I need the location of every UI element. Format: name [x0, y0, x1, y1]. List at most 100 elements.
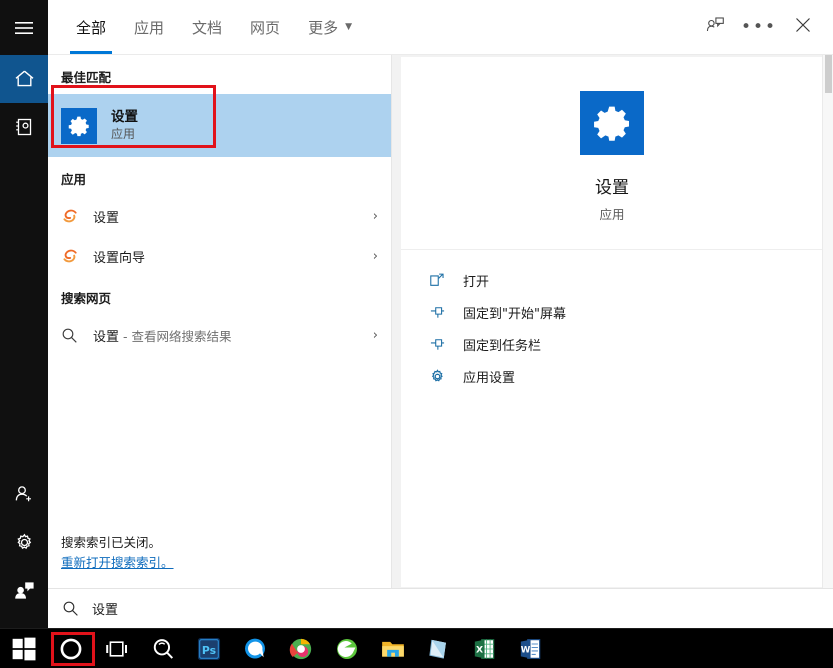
start-button[interactable]: [0, 629, 48, 668]
search-input[interactable]: [92, 601, 392, 616]
best-match-text: 设置 应用: [111, 109, 138, 143]
rail-item-account[interactable]: [0, 470, 48, 518]
home-icon: [14, 69, 35, 89]
rail-item-home[interactable]: [0, 55, 48, 103]
gear-icon: [429, 368, 451, 385]
best-match-heading: 最佳匹配: [61, 70, 112, 85]
file-explorer-button[interactable]: [370, 629, 416, 668]
search-index-status: 搜索索引已关闭。: [61, 534, 162, 550]
preview-action-pin-start[interactable]: 固定到"开始"屏幕: [401, 296, 823, 328]
photoshop-button[interactable]: Ps: [186, 629, 232, 668]
results-scroll: 最佳匹配 设置 应用 应用 设置 › 设置向导 › 搜索网页 设置 - 查看网络…: [48, 55, 391, 533]
hamburger-icon: [15, 21, 33, 35]
tab-apps[interactable]: 应用: [120, 0, 178, 54]
close-icon: [795, 17, 811, 37]
magnifier-icon: [150, 636, 176, 662]
pin-icon: [429, 336, 451, 352]
window-actions: •••: [693, 0, 833, 54]
preview-app-type: 应用: [599, 207, 625, 222]
best-match-title: 设置: [111, 108, 138, 125]
open-window-icon: [429, 272, 451, 288]
app-item-settings-label: 设置: [93, 210, 120, 226]
vertical-scrollbar[interactable]: [822, 55, 833, 588]
chevron-right-icon[interactable]: ›: [373, 209, 378, 224]
feedback-button[interactable]: [693, 4, 737, 50]
preview-actions: 打开 固定到"开始"屏幕 固定到任务栏 应用设置: [401, 250, 823, 392]
preview-hero: 设置 应用: [401, 57, 823, 250]
app-item-settings-wizard[interactable]: 设置向导 ›: [48, 236, 391, 276]
notes-button[interactable]: [416, 629, 462, 668]
rail-item-feedback[interactable]: [0, 566, 48, 614]
pin-icon: [429, 304, 451, 320]
tab-bar: 全部 应用 文档 网页 更多 ▼ •••: [48, 0, 833, 55]
preview-action-pin-taskbar-label: 固定到任务栏: [463, 338, 542, 354]
folder-icon: [380, 636, 406, 662]
chevron-right-icon[interactable]: ›: [373, 328, 378, 343]
web-result-item[interactable]: 设置 - 查看网络搜索结果 ›: [48, 315, 391, 355]
best-match-item[interactable]: 设置 应用: [48, 94, 391, 157]
web-result-label: 设置 - 查看网络搜索结果: [93, 326, 231, 345]
web-search-heading: 搜索网页: [61, 291, 112, 306]
excel-icon: X: [472, 636, 498, 662]
tabs: 全部 应用 文档 网页 更多 ▼: [48, 0, 366, 54]
screen: 全部 应用 文档 网页 更多 ▼ ••• 最佳匹配 设置 应用 应用 设置 › …: [0, 0, 833, 668]
tab-web[interactable]: 网页: [236, 0, 294, 54]
scrollbar-thumb[interactable]: [825, 55, 832, 93]
settings-gear-tile-icon: [61, 107, 97, 144]
preview-action-pin-taskbar[interactable]: 固定到任务栏: [401, 328, 823, 360]
best-match-subtitle: 应用: [111, 127, 136, 142]
preview-action-pin-start-label: 固定到"开始"屏幕: [463, 306, 566, 322]
app-item-settings[interactable]: 设置 ›: [48, 196, 391, 236]
sogou-s-icon: [61, 247, 83, 265]
cortana-circle-icon: [58, 636, 84, 662]
preview-panel: 设置 应用 打开 固定到"开始"屏幕 固定到任务栏 应用设置: [391, 55, 833, 588]
ie-browser-button[interactable]: [324, 629, 370, 668]
tab-more-label: 更多: [308, 18, 339, 37]
reenable-search-index-link[interactable]: 重新打开搜索索引。: [61, 553, 391, 574]
qq-browser-icon: [242, 636, 268, 662]
hamburger-menu-button[interactable]: [0, 0, 48, 55]
search-everything-button[interactable]: [140, 629, 186, 668]
search-bar[interactable]: [48, 588, 833, 628]
cortana-button[interactable]: [48, 629, 94, 668]
rail-item-settings[interactable]: [0, 518, 48, 566]
sogou-s-icon: [61, 207, 83, 225]
more-options-button[interactable]: •••: [737, 4, 781, 50]
preview-action-open-label: 打开: [463, 274, 490, 290]
preview-action-app-settings-label: 应用设置: [463, 370, 516, 386]
tab-more[interactable]: 更多 ▼: [294, 0, 366, 54]
notebook-icon: [14, 117, 34, 137]
chrome-button[interactable]: [278, 629, 324, 668]
search-icon: [62, 600, 79, 617]
apps-heading: 应用: [61, 172, 87, 187]
tab-all[interactable]: 全部: [62, 0, 120, 54]
chevron-down-icon: ▼: [345, 21, 352, 32]
preview-action-app-settings[interactable]: 应用设置: [401, 360, 823, 392]
gear-icon: [14, 532, 35, 553]
close-button[interactable]: [781, 4, 825, 50]
search-flyout: 全部 应用 文档 网页 更多 ▼ ••• 最佳匹配 设置 应用 应用 设置 › …: [0, 0, 833, 628]
tab-documents-label: 文档: [192, 18, 223, 37]
tab-all-label: 全部: [76, 18, 107, 37]
ie-icon: [334, 636, 360, 662]
chrome-icon: [288, 636, 314, 662]
web-result-query: 设置: [93, 329, 120, 345]
qq-browser-button[interactable]: [232, 629, 278, 668]
app-item-settings-wizard-label: 设置向导: [93, 250, 146, 266]
feedback-icon: [705, 16, 725, 38]
ellipsis-icon: •••: [740, 16, 778, 37]
svg-text:W: W: [521, 645, 531, 655]
preview-card: 设置 应用 打开 固定到"开始"屏幕 固定到任务栏 应用设置: [401, 57, 823, 587]
rail-item-notebook[interactable]: [0, 103, 48, 151]
preview-action-open[interactable]: 打开: [401, 264, 823, 296]
tab-apps-label: 应用: [134, 18, 165, 37]
tab-documents[interactable]: 文档: [178, 0, 236, 54]
excel-button[interactable]: X: [462, 629, 508, 668]
task-view-button[interactable]: [94, 629, 140, 668]
svg-text:Ps: Ps: [202, 643, 216, 656]
word-button[interactable]: W: [508, 629, 554, 668]
person-add-icon: [13, 483, 35, 505]
notes-icon: [426, 636, 452, 662]
chevron-right-icon[interactable]: ›: [373, 249, 378, 264]
svg-text:X: X: [476, 644, 483, 655]
